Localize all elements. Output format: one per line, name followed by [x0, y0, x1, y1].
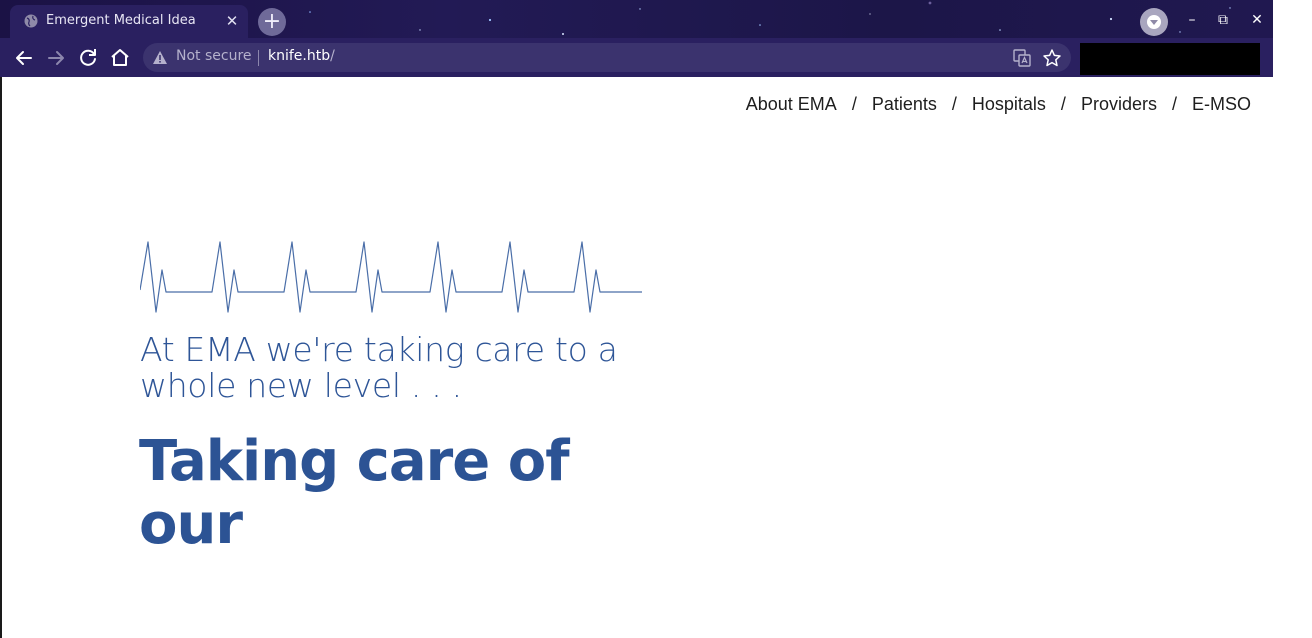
tab-title: Emergent Medical Idea [46, 13, 196, 28]
nav-about-ema[interactable]: About EMA [746, 94, 837, 115]
web-page: About EMA / Patients / Hospitals / Provi… [0, 77, 1273, 638]
home-icon[interactable] [108, 46, 132, 70]
warning-icon[interactable] [152, 50, 168, 65]
address-separator [258, 50, 259, 66]
star-icon[interactable] [1042, 48, 1062, 68]
globe-icon [24, 14, 38, 28]
arrow-right-icon[interactable] [44, 46, 68, 70]
minimize-button[interactable]: – [1182, 10, 1202, 30]
heartbeat-line-graphic [140, 241, 642, 313]
arrow-left-icon[interactable] [12, 46, 36, 70]
nav-patients[interactable]: Patients [872, 94, 937, 115]
new-tab-button[interactable]: + [258, 8, 286, 36]
site-nav: About EMA / Patients / Hospitals / Provi… [746, 94, 1251, 115]
profile-icon[interactable] [1140, 8, 1168, 36]
reload-icon[interactable] [76, 46, 100, 70]
tab-strip: Emergent Medical Idea ✕ + – ⧉ ✕ [0, 0, 1273, 38]
security-label[interactable]: Not secure [176, 48, 252, 64]
translate-icon[interactable] [1013, 49, 1031, 67]
browser-tab[interactable]: Emergent Medical Idea ✕ [10, 5, 248, 38]
nav-separator: / [1060, 94, 1066, 114]
url-path: / [330, 48, 335, 64]
hero-headline: Taking care of our [139, 429, 570, 557]
nav-separator: / [851, 94, 857, 114]
nav-separator: / [951, 94, 957, 114]
nav-providers[interactable]: Providers [1081, 94, 1157, 115]
nav-e-mso[interactable]: E-MSO [1192, 94, 1251, 115]
close-window-button[interactable]: ✕ [1247, 10, 1267, 30]
redacted-area [1080, 43, 1260, 75]
nav-separator: / [1171, 94, 1177, 114]
tab-close-button[interactable]: ✕ [224, 13, 240, 29]
hero-tagline: At EMA we're taking care to a whole new … [140, 330, 618, 405]
nav-hospitals[interactable]: Hospitals [972, 94, 1046, 115]
url-host: knife.htb [268, 48, 331, 64]
address-bar[interactable]: Not secure knife.htb/ [143, 43, 1071, 72]
page-margin [1273, 0, 1312, 638]
url-text[interactable]: knife.htb/ [268, 48, 335, 64]
restore-button[interactable]: ⧉ [1213, 10, 1233, 30]
